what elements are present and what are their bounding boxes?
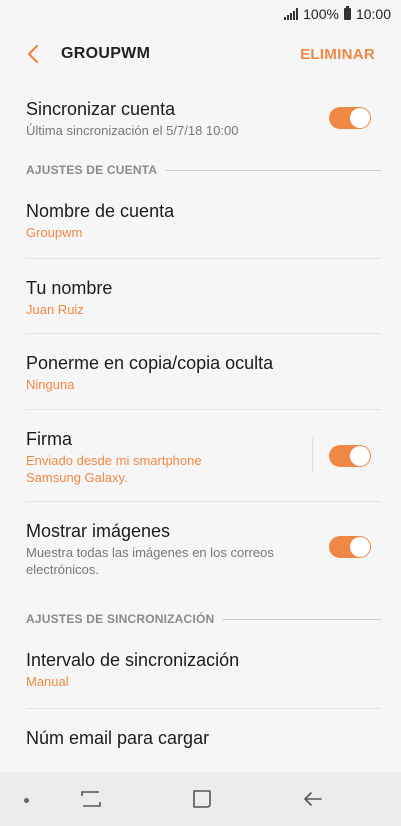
sync-account-subtitle: Última sincronización el 5/7/18 10:00 <box>26 123 239 138</box>
your-name-item[interactable]: Tu nombre Juan Ruiz <box>0 259 401 334</box>
signature-toggle[interactable] <box>329 445 371 467</box>
nav-back-icon <box>304 792 322 806</box>
home-button[interactable] <box>189 788 215 810</box>
section-sync-settings-label: AJUSTES DE SINCRONIZACIÓN <box>26 612 215 626</box>
sync-account-title: Sincronizar cuenta <box>26 99 176 119</box>
show-images-item[interactable]: Mostrar imágenes Muestra todas las imáge… <box>0 502 401 605</box>
section-account-settings-label: AJUSTES DE CUENTA <box>26 163 158 177</box>
back-nav-button[interactable] <box>300 788 326 810</box>
show-images-desc-line2: electrónicos. <box>26 562 99 577</box>
section-account-settings: AJUSTES DE CUENTA <box>0 156 401 184</box>
battery-percent: 100% <box>303 6 339 22</box>
nav-dot-indicator <box>24 798 29 803</box>
your-name-value: Juan Ruiz <box>26 302 84 317</box>
sync-account-item[interactable]: Sincronizar cuenta Última sincronización… <box>0 80 401 156</box>
show-images-toggle[interactable] <box>329 536 371 558</box>
delete-account-button[interactable]: ELIMINAR <box>300 46 375 63</box>
status-bar: 100% 10:00 <box>0 0 401 28</box>
cc-bcc-value: Ninguna <box>26 377 75 392</box>
settings-list: Sincronizar cuenta Última sincronización… <box>0 80 401 772</box>
show-images-title: Mostrar imágenes <box>26 521 171 541</box>
sync-interval-value: Manual <box>26 674 69 689</box>
section-divider <box>222 618 381 620</box>
battery-icon <box>343 6 351 20</box>
chevron-left-icon <box>27 44 39 64</box>
show-images-desc-line1: Muestra todas las imágenes en los correo… <box>26 545 274 560</box>
sync-interval-title: Intervalo de sincronización <box>26 650 240 670</box>
email-count-title: Núm email para cargar <box>26 728 210 748</box>
cc-bcc-title: Ponerme en copia/copia oculta <box>26 353 274 373</box>
recent-apps-icon <box>81 791 101 807</box>
signature-value-line2: Samsung Galaxy. <box>26 470 128 485</box>
app-bar: GROUPWM ELIMINAR <box>0 28 401 80</box>
signature-item[interactable]: Firma Enviado desde mi smartphone Samsun… <box>0 410 401 502</box>
account-name-value: Groupwm <box>26 225 83 240</box>
navigation-bar <box>0 772 401 826</box>
page-title: GROUPWM <box>61 45 151 62</box>
account-name-item[interactable]: Nombre de cuenta Groupwm <box>0 184 401 259</box>
section-divider <box>165 169 381 171</box>
signature-value-line1: Enviado desde mi smartphone <box>26 453 202 468</box>
cc-bcc-item[interactable]: Ponerme en copia/copia oculta Ninguna <box>0 334 401 410</box>
signature-title: Firma <box>26 429 72 449</box>
sync-interval-item[interactable]: Intervalo de sincronización Manual <box>0 633 401 709</box>
your-name-title: Tu nombre <box>26 278 113 298</box>
recent-apps-button[interactable] <box>78 788 104 810</box>
section-sync-settings: AJUSTES DE SINCRONIZACIÓN <box>0 605 401 633</box>
clock: 10:00 <box>355 6 391 22</box>
back-button[interactable] <box>20 41 46 67</box>
account-name-title: Nombre de cuenta <box>26 201 175 221</box>
signal-icon <box>284 8 299 20</box>
home-icon <box>193 790 211 808</box>
sync-account-toggle[interactable] <box>329 107 371 129</box>
email-count-item[interactable]: Núm email para cargar <box>0 709 401 769</box>
toggle-separator <box>312 438 313 472</box>
